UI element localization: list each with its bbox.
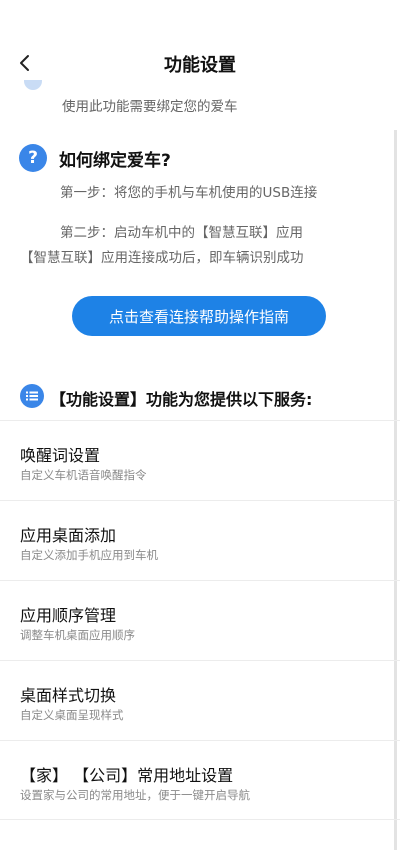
header-bar: 功能设置 [0,40,400,88]
connection-guide-button[interactable]: 点击查看连接帮助操作指南 [72,296,326,336]
feature-app-desktop-add[interactable]: 应用桌面添加 自定义添加手机应用到车机 [0,500,400,580]
feature-common-address[interactable]: 【家】 【公司】常用地址设置 设置家与公司的常用地址，便于一键开启导航 [0,740,400,820]
binding-note: 使用此功能需要绑定您的爱车 [62,99,238,115]
feature-desc: 自定义桌面呈现样式 [20,708,124,722]
step-one: 第一步：将您的手机与车机使用的USB连接 [60,185,318,201]
feature-title: 唤醒词设置 [20,446,101,465]
question-icon: ? [19,144,47,172]
function-settings-screen: 功能设置 使用此功能需要绑定您的爱车 ? 如何绑定爱车? 第一步：将您的手机与车… [0,0,400,855]
feature-app-order[interactable]: 应用顺序管理 调整车机桌面应用顺序 [0,580,400,660]
page-title: 功能设置 [164,55,236,76]
step-two-result: 【智慧互联】应用连接成功后，即车辆识别成功 [20,250,304,266]
feature-title: 应用顺序管理 [20,606,117,625]
circle-icon [24,80,42,90]
list-lines-icon [26,391,38,401]
feature-desc: 设置家与公司的常用地址，便于一键开启导航 [20,788,250,802]
feature-desc: 调整车机桌面应用顺序 [20,628,135,642]
feature-list: 唤醒词设置 自定义车机语音唤醒指令 应用桌面添加 自定义添加手机应用到车机 应用… [0,420,400,820]
feature-desktop-style[interactable]: 桌面样式切换 自定义桌面呈现样式 [0,660,400,740]
services-heading: 【功能设置】功能为您提供以下服务: [50,390,313,409]
feature-title: 应用桌面添加 [20,526,117,545]
list-icon [20,384,44,408]
step-two: 第二步：启动车机中的【智慧互联】应用 [60,225,303,241]
feature-desc: 自定义添加手机应用到车机 [20,548,158,562]
feature-title: 【家】 【公司】常用地址设置 [20,766,234,785]
bind-heading: 如何绑定爱车? [59,151,171,171]
feature-title: 桌面样式切换 [20,686,117,705]
feature-wake-word[interactable]: 唤醒词设置 自定义车机语音唤醒指令 [0,420,400,500]
feature-desc: 自定义车机语音唤醒指令 [20,468,147,482]
